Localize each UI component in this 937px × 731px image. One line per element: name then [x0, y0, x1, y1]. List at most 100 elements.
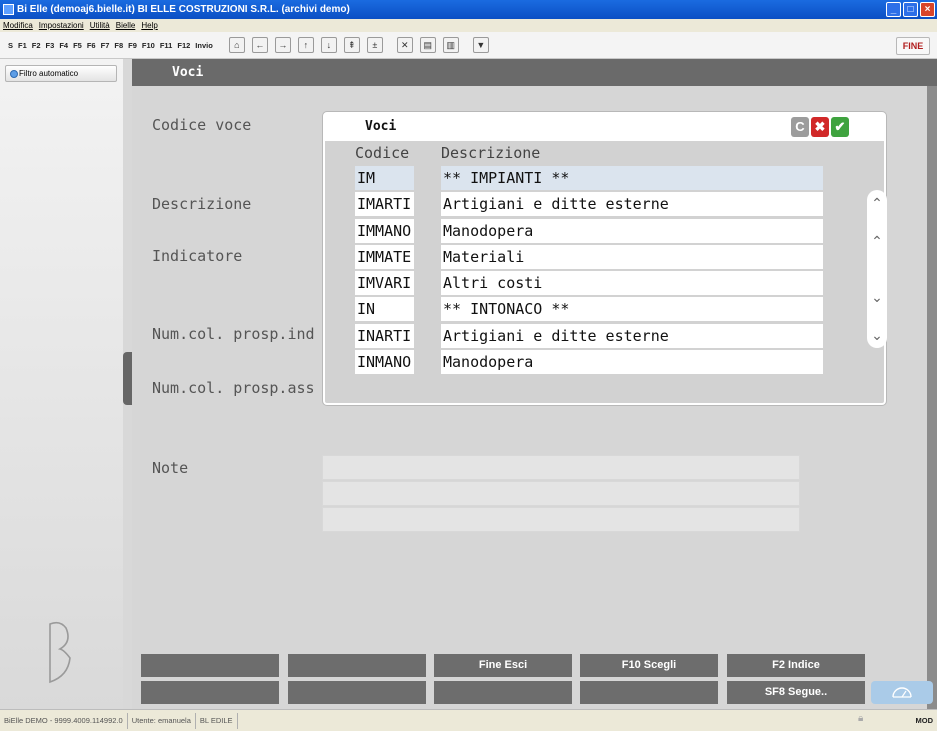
list-item-desc[interactable]: ** INTONACO ** — [441, 297, 823, 321]
label-descrizione: Descrizione — [152, 195, 252, 213]
list-scrollbar[interactable]: ⌃ ⌃ ⌄ ⌄ — [867, 190, 887, 348]
page-down-icon[interactable]: ⌄ — [867, 324, 887, 346]
menu-utilita[interactable]: Utilità — [90, 21, 110, 30]
cancel-button[interactable]: ✖ — [811, 117, 829, 137]
indice-button[interactable]: F2 Indice — [727, 654, 865, 677]
arrow-up-icon[interactable]: ↑ — [297, 37, 314, 53]
list-item-code[interactable]: INARTI — [355, 324, 414, 348]
voci-lookup-dialog: Voci C ✖ ✔ Codice Descrizione IM ** IMPI… — [323, 112, 887, 405]
filter-icon — [10, 70, 18, 78]
list-item-desc[interactable]: Manodopera — [441, 219, 823, 243]
speedometer-icon — [892, 687, 912, 698]
list-item-code[interactable]: INMANO — [355, 350, 414, 374]
list-item-code[interactable]: IMMATE — [355, 245, 414, 269]
menu-help[interactable]: Help — [141, 21, 157, 30]
list-item-desc[interactable]: ** IMPIANTI ** — [441, 166, 823, 190]
maximize-button[interactable]: □ — [903, 2, 918, 17]
function-button-7[interactable] — [288, 681, 426, 704]
paste-icon[interactable]: ▥ — [442, 37, 459, 53]
menu-bar: Modifica Impostazioni Utilità Bielle Hel… — [0, 19, 937, 32]
menu-bielle[interactable]: Bielle — [116, 21, 136, 30]
function-button-1[interactable] — [141, 654, 279, 677]
modal-title: Voci — [365, 119, 397, 134]
list-item-code[interactable]: IN — [355, 297, 414, 321]
delete-icon[interactable]: ✕ — [396, 37, 413, 53]
minimize-button[interactable]: _ — [886, 2, 901, 17]
key-f4[interactable]: F4 — [59, 41, 68, 50]
label-numcol-ind: Num.col. prosp.ind — [152, 325, 315, 343]
key-f8[interactable]: F8 — [114, 41, 123, 50]
panel-splitter[interactable] — [123, 352, 132, 405]
close-window-button[interactable]: × — [920, 2, 935, 17]
segue-button[interactable]: SF8 Segue.. — [727, 681, 865, 704]
arrow-right-icon[interactable]: → — [274, 37, 291, 53]
speedometer-button[interactable] — [871, 681, 933, 704]
filtro-automatico-button[interactable]: Filtro automatico — [5, 65, 117, 82]
fine-button[interactable]: FINE — [896, 37, 930, 55]
key-f1[interactable]: F1 — [18, 41, 27, 50]
first-record-icon[interactable]: ⇞ — [343, 37, 360, 53]
list-item-code[interactable]: IMARTI — [355, 192, 414, 216]
window-title: Bi Elle (demoaj6.bielle.it) BI ELLE COST… — [17, 4, 350, 15]
version-info: BiElle DEMO - 9999.4009.114992.0 — [0, 712, 128, 729]
filter-label: Filtro automatico — [19, 69, 79, 78]
note-field-1[interactable] — [322, 455, 800, 480]
key-invio[interactable]: Invio — [195, 41, 213, 50]
form-title: Voci — [132, 59, 937, 86]
fine-esci-button[interactable]: Fine Esci — [434, 654, 572, 677]
close-icon: ✖ — [814, 119, 826, 134]
key-s[interactable]: S — [8, 41, 13, 50]
list-item-code[interactable]: IMMANO — [355, 219, 414, 243]
chevron-up-icon[interactable]: ⌃ — [867, 230, 887, 252]
arrow-down-icon[interactable]: ↓ — [320, 37, 337, 53]
key-f11[interactable]: F11 — [160, 41, 173, 50]
key-f12[interactable]: F12 — [177, 41, 190, 50]
bielle-logo — [49, 621, 71, 684]
menu-impostazioni[interactable]: Impostazioni — [39, 21, 84, 30]
key-f7[interactable]: F7 — [101, 41, 110, 50]
status-bar: BiElle DEMO - 9999.4009.114992.0 Utente:… — [0, 709, 937, 731]
chevron-down-icon[interactable]: ⌄ — [867, 286, 887, 308]
last-record-icon[interactable]: ± — [366, 37, 383, 53]
list-item-code[interactable]: IMVARI — [355, 271, 414, 295]
key-f3[interactable]: F3 — [46, 41, 55, 50]
note-field-2[interactable] — [322, 481, 800, 506]
list-item-desc[interactable]: Manodopera — [441, 350, 823, 374]
list-item-desc[interactable]: Artigiani e ditte esterne — [441, 324, 823, 348]
label-codice-voce: Codice voce — [152, 116, 252, 134]
column-header-codice: Codice — [355, 144, 410, 162]
refresh-icon: C — [795, 119, 805, 134]
list-item-desc[interactable]: Materiali — [441, 245, 823, 269]
toolbar: S F1 F2 F3 F4 F5 F6 F7 F8 F9 F10 F11 F12… — [0, 32, 937, 59]
label-note: Note — [152, 459, 189, 477]
menu-modifica[interactable]: Modifica — [3, 21, 33, 30]
company-info: BL EDILE — [196, 712, 238, 729]
mode-indicator: MOD — [915, 716, 934, 725]
app-icon — [3, 4, 14, 15]
key-f2[interactable]: F2 — [32, 41, 41, 50]
check-icon: ✔ — [834, 119, 846, 134]
list-item-desc[interactable]: Altri costi — [441, 271, 823, 295]
key-f10[interactable]: F10 — [142, 41, 155, 50]
list-item-desc[interactable]: Artigiani e ditte esterne — [441, 192, 823, 216]
function-button-8[interactable] — [434, 681, 572, 704]
copy-icon[interactable]: ▤ — [419, 37, 436, 53]
list-item-code[interactable]: IM — [355, 166, 414, 190]
column-header-descrizione: Descrizione — [441, 144, 541, 162]
refresh-button[interactable]: C — [791, 117, 809, 137]
function-button-6[interactable] — [141, 681, 279, 704]
scegli-button[interactable]: F10 Scegli — [580, 654, 718, 677]
left-panel: Filtro automatico — [0, 59, 123, 709]
page-up-icon[interactable]: ⌃ — [867, 192, 887, 214]
key-f6[interactable]: F6 — [87, 41, 96, 50]
key-f9[interactable]: F9 — [128, 41, 137, 50]
print-icon[interactable]: ▼ — [472, 37, 489, 53]
home-icon[interactable]: ⌂ — [228, 37, 245, 53]
confirm-button[interactable]: ✔ — [831, 117, 849, 137]
arrow-left-icon[interactable]: ← — [251, 37, 268, 53]
function-button-2[interactable] — [288, 654, 426, 677]
label-numcol-ass: Num.col. prosp.ass — [152, 379, 315, 397]
note-field-3[interactable] — [322, 507, 800, 532]
function-button-9[interactable] — [580, 681, 718, 704]
key-f5[interactable]: F5 — [73, 41, 82, 50]
